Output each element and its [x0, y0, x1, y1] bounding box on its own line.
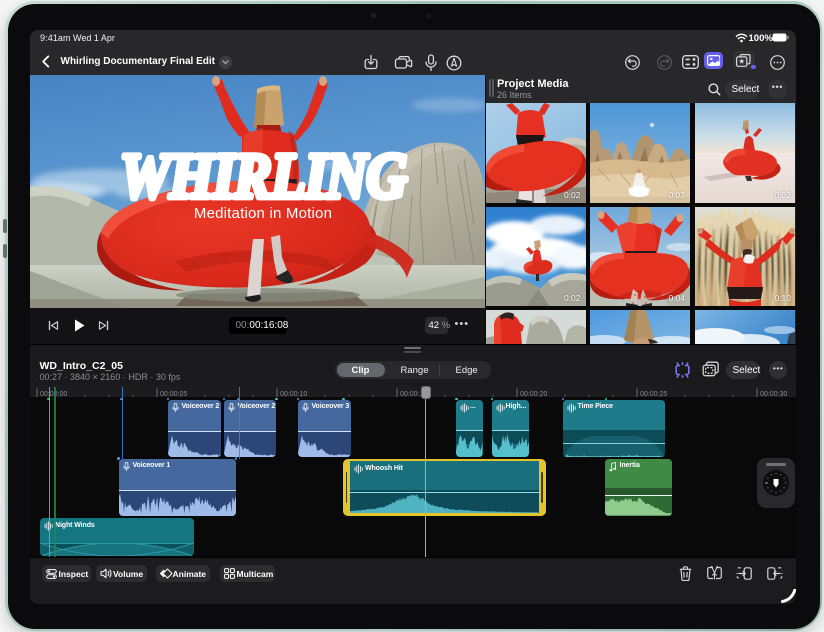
svg-text:WHIRLING: WHIRLING: [119, 141, 407, 212]
